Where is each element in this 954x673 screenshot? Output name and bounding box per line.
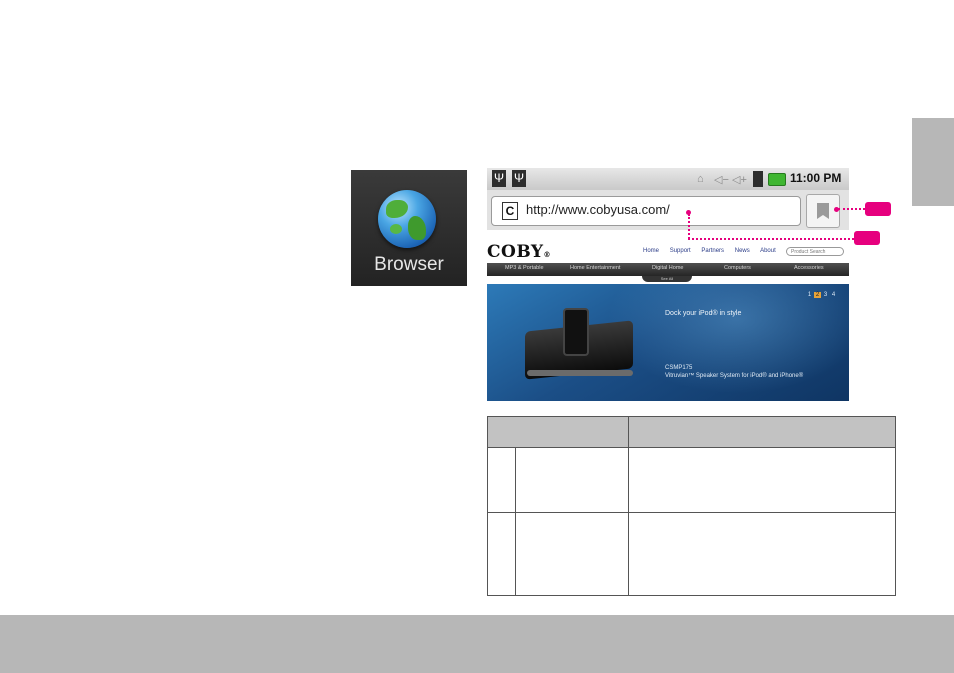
table-header-row — [487, 416, 896, 448]
link-about[interactable]: About — [760, 248, 776, 254]
browser-app-label: Browser — [374, 254, 444, 275]
globe-icon — [378, 190, 436, 248]
table-header-cell — [628, 416, 896, 448]
description-table — [487, 416, 896, 596]
bookmark-icon — [817, 203, 829, 219]
site-main-nav: MP3 & Portable Home Entertainment Digita… — [487, 263, 849, 276]
battery-icon — [768, 173, 786, 186]
pager-3[interactable]: 3 — [822, 292, 829, 298]
site-top-links: Home Support Partners News About — [643, 248, 785, 254]
hero-pager: 1234 — [805, 292, 837, 298]
section-tab — [912, 118, 954, 206]
see-all-tab[interactable]: See All — [642, 276, 692, 282]
table-cell — [487, 512, 516, 596]
callout-line-url-h — [688, 238, 854, 240]
address-bar: C http://www.cobyusa.com/ — [487, 190, 849, 230]
hero-tagline: Dock your iPod® in style — [665, 310, 742, 317]
site-search-input[interactable]: Product Search — [786, 247, 844, 256]
site-logo[interactable]: COBY® — [487, 242, 551, 262]
nav-accessories[interactable]: Accessories — [794, 265, 824, 271]
table-cell — [515, 447, 629, 513]
callout-tag-1 — [865, 202, 891, 216]
table-cell — [515, 512, 629, 596]
url-text: http://www.cobyusa.com/ — [526, 202, 670, 217]
pager-1[interactable]: 1 — [806, 292, 813, 298]
hero-model: CSMP175 Vitruvian™ Speaker System for iP… — [665, 365, 804, 379]
page-footer-bar — [0, 615, 954, 673]
volume-down-icon: ◁− — [714, 174, 729, 186]
table-header-cell — [487, 416, 629, 448]
home-icon: ⌂ — [697, 173, 704, 185]
usb-icon: Ψ — [492, 170, 506, 187]
url-input[interactable]: C http://www.cobyusa.com/ — [491, 196, 801, 226]
browser-app-icon[interactable]: Browser — [351, 170, 467, 286]
link-support[interactable]: Support — [670, 248, 691, 254]
callout-tag-2 — [854, 231, 880, 245]
nav-computers[interactable]: Computers — [724, 265, 751, 271]
wifi-icon — [753, 171, 763, 187]
pager-4[interactable]: 4 — [830, 292, 837, 298]
callout-line-bookmark — [838, 208, 865, 210]
status-time: 11:00 PM — [790, 171, 842, 185]
table-cell — [628, 447, 896, 513]
volume-up-icon: ◁+ — [732, 174, 747, 186]
link-home[interactable]: Home — [643, 248, 659, 254]
nav-home-entertainment[interactable]: Home Entertainment — [570, 265, 620, 271]
pager-2[interactable]: 2 — [814, 292, 821, 298]
table-row — [487, 512, 896, 596]
table-cell — [487, 447, 516, 513]
ipod-image — [563, 308, 589, 356]
nav-digital-home[interactable]: Digital Home — [652, 265, 683, 271]
usb-debug-icon: Ψ — [512, 170, 526, 187]
status-bar: Ψ Ψ ⌂ ◁− ◁+ 11:00 PM — [487, 168, 849, 190]
hero-banner[interactable]: 1234 Dock your iPod® in style CSMP175 Vi… — [487, 284, 849, 401]
favicon-icon: C — [502, 202, 518, 220]
link-news[interactable]: News — [735, 248, 750, 254]
table-row — [487, 447, 896, 513]
callout-line-url-v — [688, 214, 690, 239]
table-cell — [628, 512, 896, 596]
browser-screenshot: Ψ Ψ ⌂ ◁− ◁+ 11:00 PM C http://www.cobyus… — [487, 168, 849, 401]
nav-mp3-portable[interactable]: MP3 & Portable — [505, 265, 544, 271]
link-partners[interactable]: Partners — [701, 248, 724, 254]
